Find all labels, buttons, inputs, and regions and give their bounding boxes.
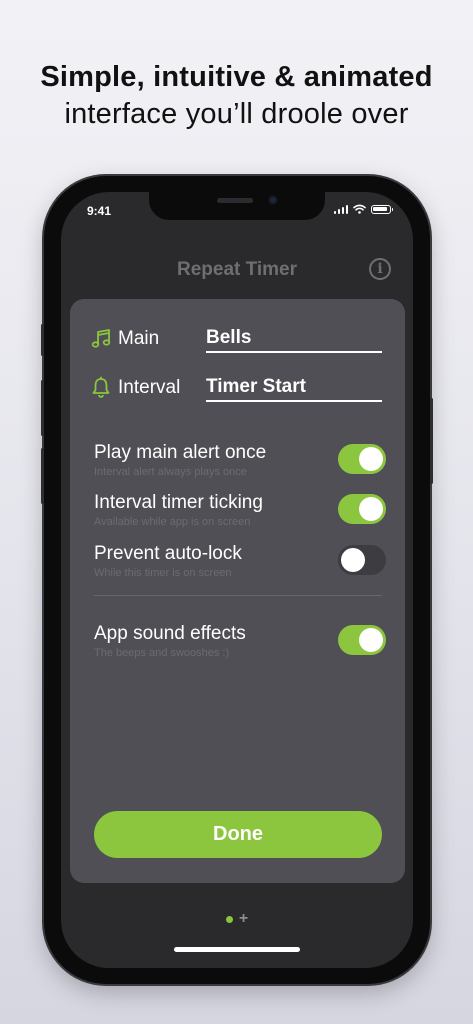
phone-frame: 9:41 Repeat Timer i Main Bells Interval …: [41, 176, 433, 984]
main-sound-row[interactable]: Main Bells: [90, 324, 386, 354]
app-title: Repeat Timer: [176, 259, 298, 280]
settings-card: Main Bells Interval Timer Start Play mai…: [70, 299, 405, 883]
interval-sound-label: Interval: [118, 377, 181, 398]
mute-switch: [41, 324, 44, 356]
headline-line-2: interface you’ll droole over: [64, 98, 409, 130]
status-icons: [333, 204, 393, 214]
interval-sound-row[interactable]: Interval Timer Start: [90, 373, 386, 403]
add-page-icon[interactable]: +: [239, 911, 248, 927]
main-sound-value[interactable]: Bells: [206, 327, 382, 353]
interval-timer-ticking-toggle[interactable]: [338, 494, 386, 524]
done-button[interactable]: Done: [94, 811, 382, 858]
main-sound-label: Main: [118, 328, 160, 349]
status-time: 9:41: [87, 204, 112, 218]
headline-line-1: Simple, intuitive & animated: [40, 61, 433, 93]
music-note-icon: [91, 329, 111, 348]
option-interval-timer-ticking: Interval timer ticking Available while a…: [94, 492, 386, 538]
info-icon[interactable]: i: [369, 258, 391, 280]
page-indicator[interactable]: +: [61, 911, 413, 927]
prevent-auto-lock-toggle[interactable]: [338, 545, 386, 575]
play-main-alert-once-toggle[interactable]: [338, 444, 386, 474]
headline: Simple, intuitive & animated interface y…: [0, 58, 473, 132]
battery-icon: [371, 204, 393, 214]
notch: [149, 192, 325, 220]
page-dot-current[interactable]: [225, 915, 233, 923]
home-indicator[interactable]: [174, 947, 300, 952]
phone-screen: 9:41 Repeat Timer i Main Bells Interval …: [61, 192, 413, 968]
option-play-main-alert-once: Play main alert once Interval alert alwa…: [94, 442, 386, 488]
divider: [94, 595, 382, 596]
volume-up-button: [41, 380, 44, 436]
app-sound-effects-toggle[interactable]: [338, 625, 386, 655]
front-camera: [268, 195, 278, 205]
option-app-sound-effects: App sound effects The beeps and swooshes…: [94, 623, 386, 669]
volume-down-button: [41, 448, 44, 504]
option-prevent-auto-lock: Prevent auto-lock While this timer is on…: [94, 543, 386, 589]
wifi-icon: [353, 204, 366, 214]
power-button: [430, 398, 433, 484]
signal-icon: [333, 204, 348, 214]
interval-sound-value[interactable]: Timer Start: [206, 376, 382, 402]
bell-icon: [92, 376, 110, 398]
speaker-grille: [217, 198, 253, 203]
